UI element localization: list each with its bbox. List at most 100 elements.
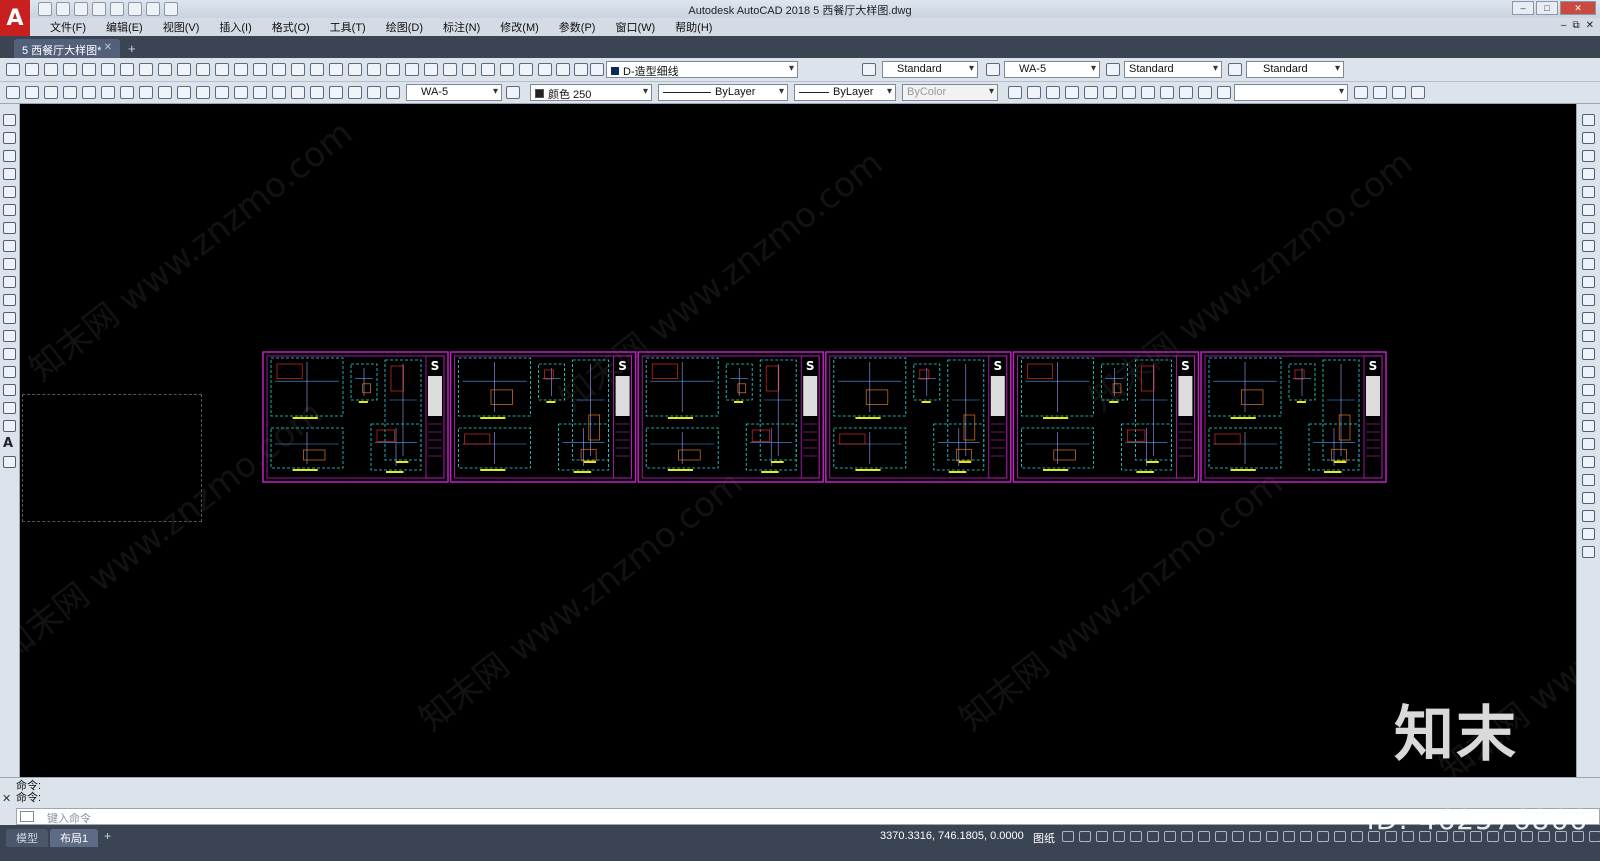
toolbar-tool-icon[interactable] [1373,86,1387,99]
toolbar-tool-icon[interactable] [481,63,495,76]
command-input[interactable]: 键入命令 [16,808,1600,825]
toolbar-tool-icon[interactable] [1106,63,1120,76]
status-toggle-icon[interactable] [1096,831,1108,842]
toolbar-tool-icon[interactable] [1084,86,1098,99]
status-toggle-icon[interactable] [1232,831,1244,842]
draw-tool-icon[interactable] [3,330,16,342]
status-toggle-icon[interactable] [1181,831,1193,842]
modify-tool-icon[interactable] [1582,222,1595,234]
status-toggle-icon[interactable] [1538,831,1550,842]
toolbar-tool-icon[interactable] [424,63,438,76]
status-toggle-icon[interactable] [1147,831,1159,842]
toolbar-tool-icon[interactable] [1027,86,1041,99]
toolbar-tool-icon[interactable] [405,63,419,76]
menu-item[interactable]: 插入(I) [209,19,261,35]
modify-tool-icon[interactable] [1582,456,1595,468]
layer-dropdown[interactable]: D-造型细线 [606,61,798,78]
status-toggle-icon[interactable] [1198,831,1210,842]
modify-tool-icon[interactable] [1582,114,1595,126]
toolbar-tool-icon[interactable] [1392,86,1406,99]
status-toggle-icon[interactable] [1572,831,1584,842]
draw-tool-icon[interactable] [3,348,16,360]
draw-tool-icon[interactable] [3,402,16,414]
modify-tool-icon[interactable] [1582,132,1595,144]
toolbar-tool-icon[interactable] [386,86,400,99]
menu-item[interactable]: 工具(T) [320,19,376,35]
menu-item[interactable]: 文件(F) [40,19,96,35]
toolbar-tool-icon[interactable] [215,86,229,99]
status-toggle-icon[interactable] [1453,831,1465,842]
status-toggle-icon[interactable] [1164,831,1176,842]
modify-tool-icon[interactable] [1582,528,1595,540]
status-toggle-icon[interactable] [1334,831,1346,842]
command-close-icon[interactable]: ✕ [2,792,11,805]
toolbar-tool-icon[interactable] [158,63,172,76]
toolbar-tool-icon[interactable] [44,63,58,76]
doc-close-icon[interactable]: ✕ [1586,20,1594,31]
toolbar-tool-icon[interactable] [1141,86,1155,99]
modify-tool-icon[interactable] [1582,474,1595,486]
modify-tool-icon[interactable] [1582,492,1595,504]
toolbar-tool-icon[interactable] [590,63,604,76]
draw-tool-icon[interactable] [3,114,16,126]
toolbar-tool-icon[interactable] [310,86,324,99]
draw-tool-icon[interactable] [3,258,16,270]
close-tab-icon[interactable]: ✕ [104,42,112,55]
lineweight-dropdown[interactable]: ByLayer [794,84,896,101]
draw-tool-icon[interactable] [3,132,16,144]
menu-item[interactable]: 修改(M) [490,19,549,35]
toolbar-tool-icon[interactable] [1217,86,1231,99]
tab-model[interactable]: 模型 [6,829,48,847]
toolbar-tool-icon[interactable] [1160,86,1174,99]
menu-item[interactable]: 绘图(D) [376,19,433,35]
status-toggle-icon[interactable] [1300,831,1312,842]
status-toggle-icon[interactable] [1249,831,1261,842]
modify-tool-icon[interactable] [1582,150,1595,162]
text-tool-icon[interactable]: A [3,436,13,451]
toolbar-tool-icon[interactable] [1411,86,1425,99]
modify-tool-icon[interactable] [1582,186,1595,198]
modify-tool-icon[interactable] [1582,240,1595,252]
status-toggle-icon[interactable] [1266,831,1278,842]
status-toggle-icon[interactable] [1521,831,1533,842]
draw-tool-icon[interactable] [3,186,16,198]
toolbar-tool-icon[interactable] [1179,86,1193,99]
status-toggle-icon[interactable] [1079,831,1091,842]
modify-tool-icon[interactable] [1582,348,1595,360]
status-toggle-icon[interactable] [1436,831,1448,842]
maximize-button[interactable]: □ [1536,1,1558,15]
modify-tool-icon[interactable] [1582,258,1595,270]
toolbar-tool-icon[interactable] [120,86,134,99]
multileader-style-dropdown[interactable]: Standard [1246,61,1344,78]
toolbar-tool-icon[interactable] [196,86,210,99]
status-toggle-icon[interactable] [1368,831,1380,842]
toolbar-tool-icon[interactable] [538,63,552,76]
toolbar-tool-icon[interactable] [291,63,305,76]
toolbar-tool-icon[interactable] [234,63,248,76]
status-toggle-icon[interactable] [1504,831,1516,842]
drawing-canvas[interactable]: 知末网 www.znzmo.com 知末网 www.znzmo.com 知末网 … [20,104,1576,777]
toolbar-tool-icon[interactable] [44,86,58,99]
toolbar-tool-icon[interactable] [1008,86,1022,99]
menu-item[interactable]: 帮助(H) [665,19,722,35]
draw-tool-icon[interactable] [3,240,16,252]
draw-tool-icon[interactable] [3,204,16,216]
toolbar-tool-icon[interactable] [6,86,20,99]
table-style-dropdown[interactable]: Standard [1124,61,1222,78]
modify-tool-icon[interactable] [1582,312,1595,324]
draw-tool-icon[interactable] [3,222,16,234]
toolbar-tool-icon[interactable] [367,86,381,99]
status-toggle-icon[interactable] [1385,831,1397,842]
toolbar-tool-icon[interactable] [329,63,343,76]
status-toggle-icon[interactable] [1555,831,1567,842]
dim-style-dropdown-2[interactable]: WA-5 [406,84,502,101]
menu-item[interactable]: 格式(O) [262,19,320,35]
modify-tool-icon[interactable] [1582,276,1595,288]
toolbar-tool-icon[interactable] [158,86,172,99]
toolbar-tool-icon[interactable] [25,63,39,76]
toolbar-tool-icon[interactable] [1046,86,1060,99]
status-toggle-icon[interactable] [1062,831,1074,842]
menu-item[interactable]: 编辑(E) [96,19,153,35]
status-toggle-icon[interactable] [1351,831,1363,842]
modify-tool-icon[interactable] [1582,438,1595,450]
